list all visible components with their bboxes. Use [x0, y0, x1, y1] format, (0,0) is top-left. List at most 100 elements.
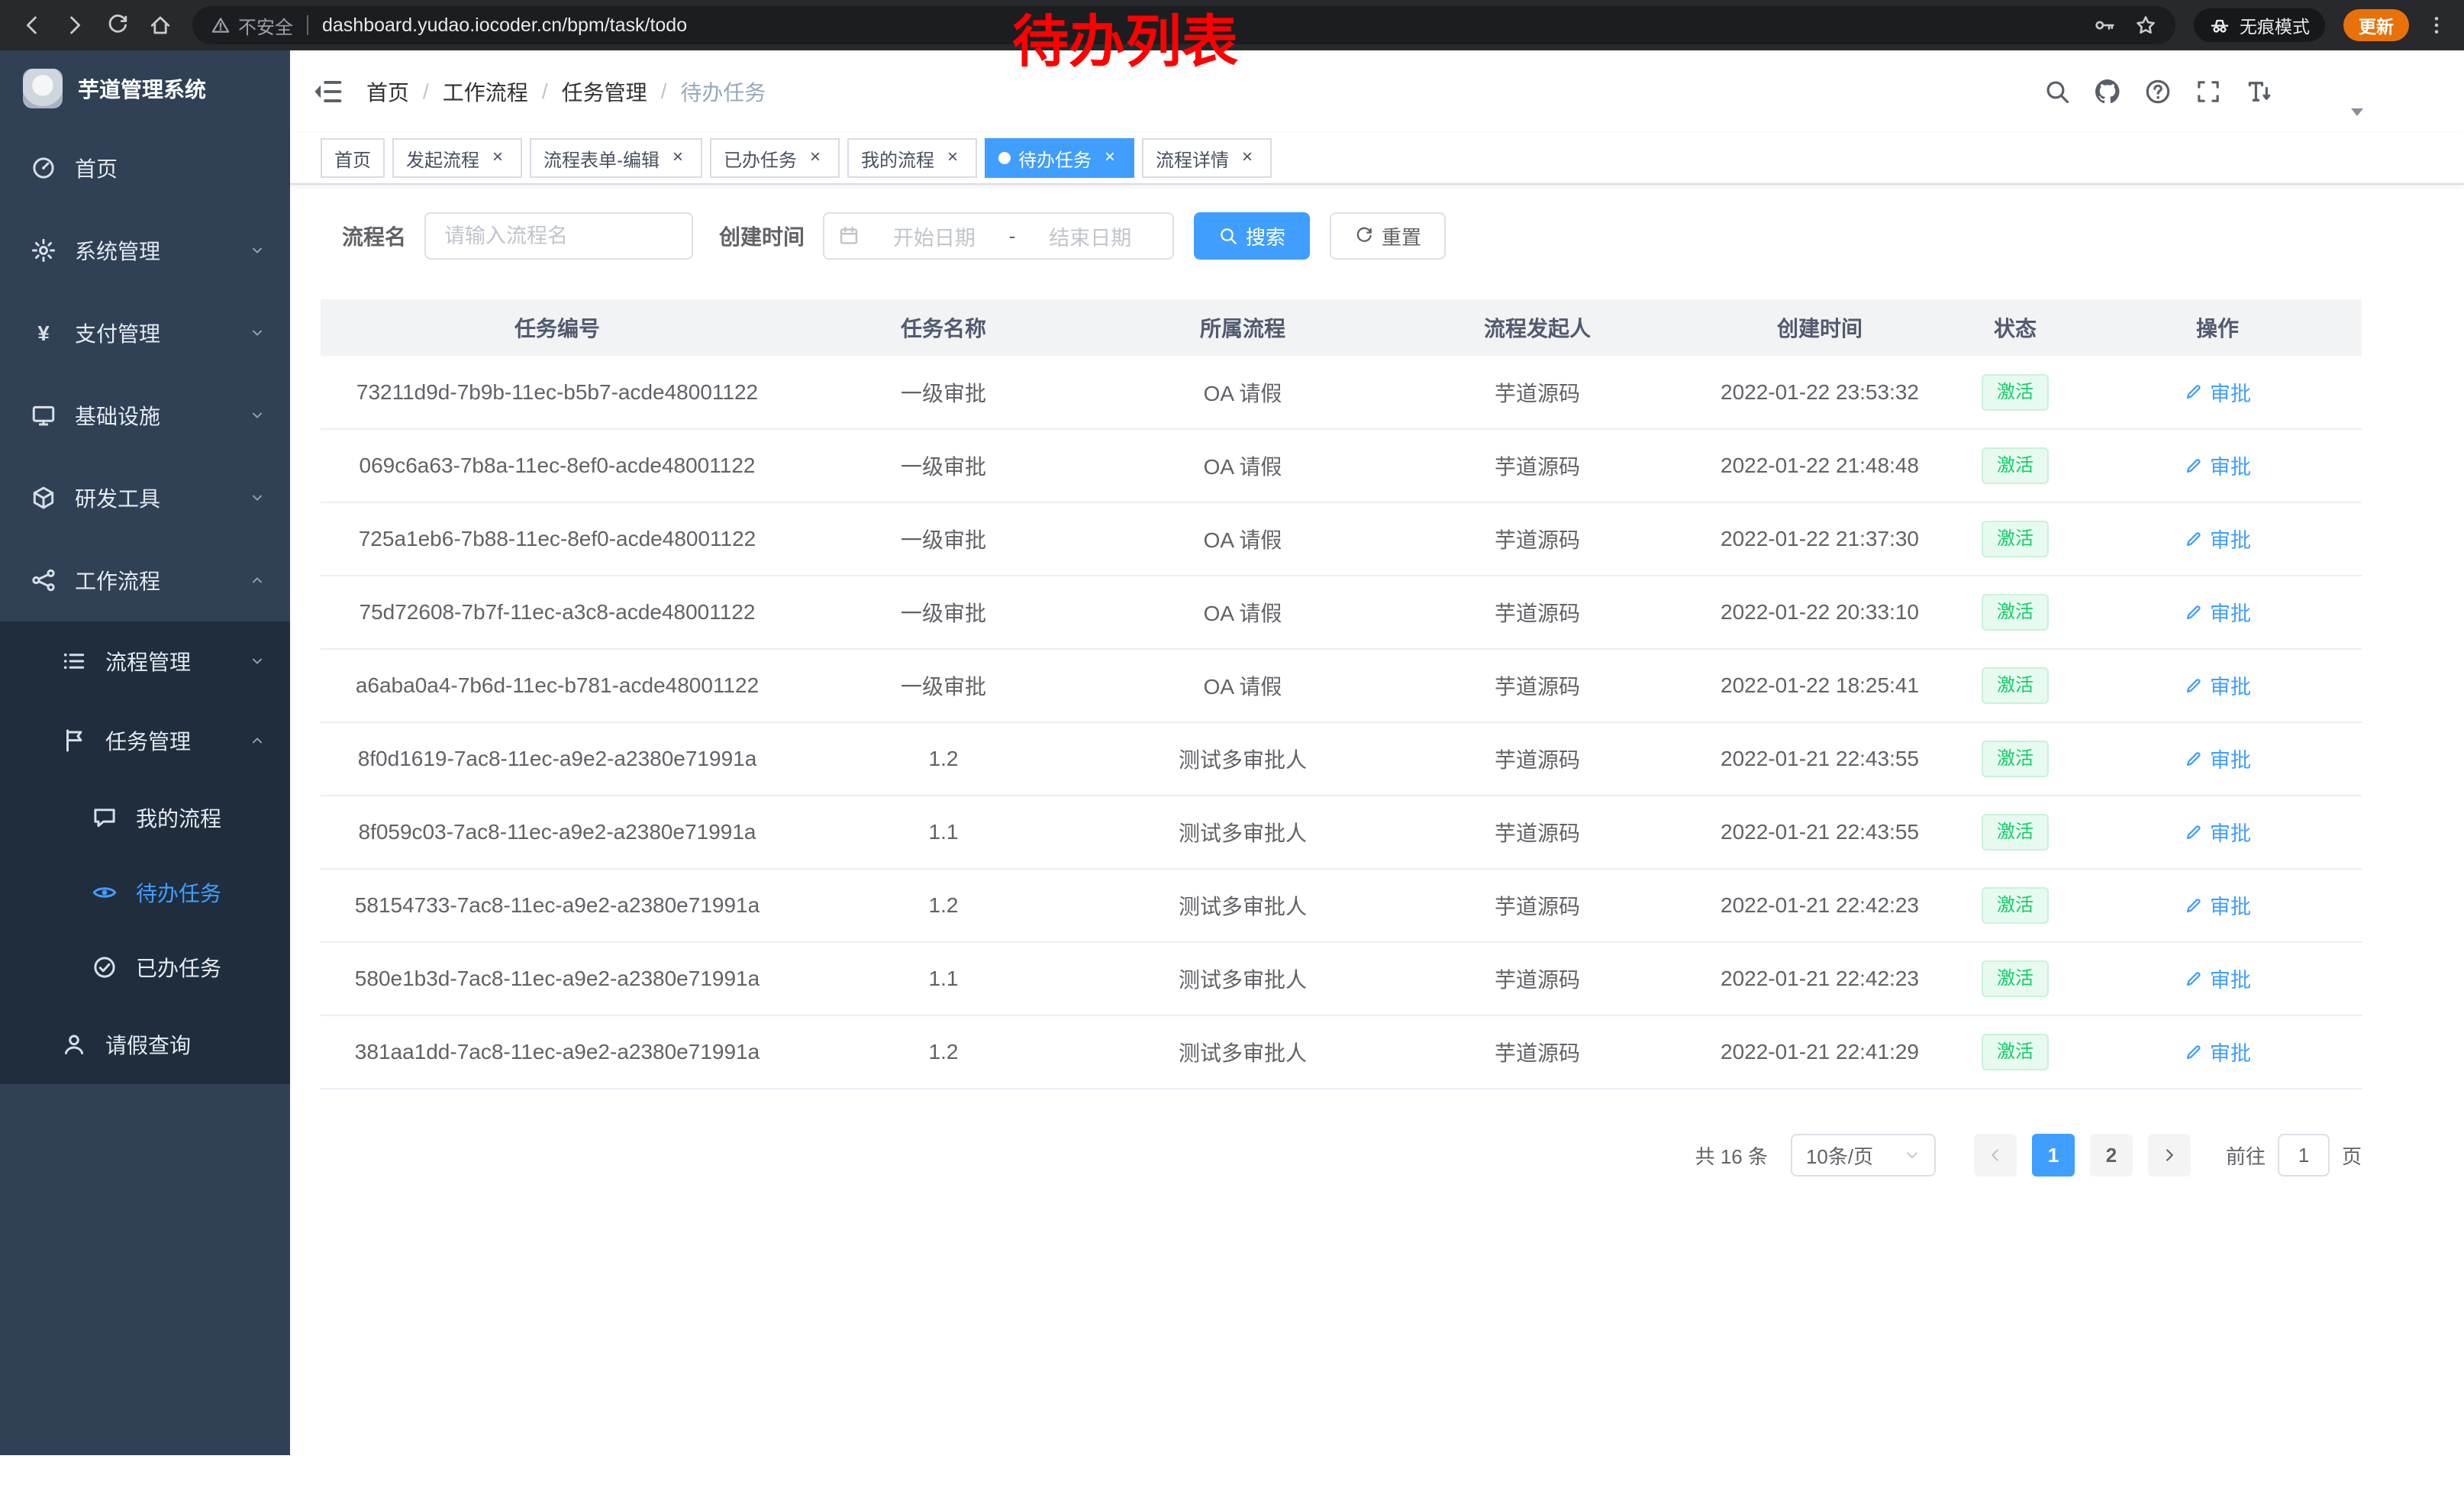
monitor-icon: [31, 402, 56, 428]
create-time-cell: 2022-01-21 22:41:29: [1682, 1015, 1957, 1089]
home-icon[interactable]: [140, 5, 180, 45]
approve-link[interactable]: 审批: [2184, 964, 2251, 993]
breadcrumb-current: 待办任务: [680, 76, 766, 107]
dashboard-icon: [31, 155, 56, 181]
sidebar-item-payment-management[interactable]: ¥支付管理: [0, 292, 290, 374]
approve-link[interactable]: 审批: [2184, 1037, 2251, 1067]
tab-process-form-edit[interactable]: 流程表单-编辑×: [530, 138, 702, 178]
sidebar-item-process-management[interactable]: 流程管理: [0, 621, 290, 701]
sidebar-item-leave-query[interactable]: 请假查询: [0, 1005, 290, 1084]
create-time-cell: 2022-01-21 22:43:55: [1682, 796, 1957, 869]
user-avatar[interactable]: [2299, 61, 2363, 122]
process-name-input[interactable]: [424, 212, 693, 260]
search-button-primary[interactable]: 搜索: [1194, 212, 1310, 260]
breadcrumb-workflow[interactable]: 工作流程: [443, 76, 528, 107]
task-id-cell: 069c6a63-7b8a-11ec-8ef0-acde48001122: [321, 429, 794, 502]
approve-link[interactable]: 审批: [2184, 597, 2251, 627]
tab-process-detail[interactable]: 流程详情×: [1142, 138, 1272, 178]
arrow-left-icon: [1986, 1146, 2004, 1164]
close-icon[interactable]: ×: [942, 147, 963, 169]
page-button-1[interactable]: 1: [2032, 1134, 2075, 1177]
tab-home[interactable]: 首页: [321, 138, 385, 178]
date-range-picker[interactable]: 开始日期 - 结束日期: [823, 212, 1174, 260]
close-icon[interactable]: ×: [487, 147, 508, 169]
approve-link[interactable]: 审批: [2184, 670, 2251, 700]
sidebar-item-workflow[interactable]: 工作流程: [0, 539, 290, 621]
help-button[interactable]: [2133, 66, 2183, 117]
breadcrumb-task-management[interactable]: 任务管理: [562, 76, 647, 107]
font-size-button[interactable]: [2233, 66, 2284, 117]
table-column-header: 任务名称: [794, 299, 1093, 356]
status-badge: 激活: [1982, 887, 2049, 924]
approve-link[interactable]: 审批: [2184, 744, 2251, 773]
approve-link[interactable]: 审批: [2184, 377, 2251, 407]
tab-initiate-process[interactable]: 发起流程×: [392, 138, 522, 178]
close-icon[interactable]: ×: [1237, 147, 1258, 169]
key-icon[interactable]: [2093, 14, 2116, 37]
sidebar-item-system-management[interactable]: 系统管理: [0, 209, 290, 292]
approve-link[interactable]: 审批: [2184, 890, 2251, 920]
sidebar-item-my-processes[interactable]: 我的流程: [0, 780, 290, 855]
back-icon[interactable]: [12, 5, 52, 45]
range-separator: -: [1009, 224, 1016, 248]
sidebar-item-label: 我的流程: [136, 802, 221, 833]
table-column-header: 所属流程: [1093, 299, 1392, 356]
tab-my-processes[interactable]: 我的流程×: [847, 138, 977, 178]
sidebar-item-home[interactable]: 首页: [0, 127, 290, 209]
next-page-button[interactable]: [2148, 1134, 2191, 1177]
edit-icon: [2184, 602, 2204, 622]
sidebar-item-label: 系统管理: [75, 235, 160, 266]
sidebar-logo[interactable]: 芋道管理系统: [0, 50, 290, 127]
update-button[interactable]: 更新: [2343, 9, 2409, 41]
process-cell: OA 请假: [1093, 576, 1392, 649]
close-icon[interactable]: ×: [805, 147, 826, 169]
close-icon[interactable]: ×: [667, 147, 689, 169]
sidebar-item-infrastructure[interactable]: 基础设施: [0, 374, 290, 457]
task-name-cell: 一级审批: [794, 576, 1093, 649]
status-badge: 激活: [1982, 374, 2049, 411]
reload-icon[interactable]: [98, 5, 137, 45]
task-id-cell: 75d72608-7b7f-11ec-a3c8-acde48001122: [321, 576, 794, 649]
task-name-cell: 一级审批: [794, 356, 1093, 429]
github-button[interactable]: [2082, 66, 2133, 117]
star-icon[interactable]: [2134, 14, 2157, 37]
breadcrumb-separator: /: [542, 79, 548, 104]
create-time-cell: 2022-01-21 22:42:23: [1682, 942, 1957, 1015]
sidebar-item-task-management[interactable]: 任务管理: [0, 701, 290, 780]
sidebar-item-dev-tools[interactable]: 研发工具: [0, 457, 290, 539]
tab-todo-tasks[interactable]: 待办任务 ×: [985, 138, 1134, 178]
action-cell: 审批: [2073, 869, 2362, 942]
page-size-select[interactable]: 10条/页: [1791, 1134, 1936, 1177]
forward-icon[interactable]: [55, 5, 95, 45]
prev-page-button[interactable]: [1974, 1134, 2017, 1177]
approve-link[interactable]: 审批: [2184, 524, 2251, 554]
tab-done-tasks[interactable]: 已办任务×: [710, 138, 840, 178]
search-button[interactable]: [2032, 66, 2082, 117]
breadcrumb-home[interactable]: 首页: [366, 76, 409, 107]
fullscreen-button[interactable]: [2183, 66, 2233, 117]
chevron-down-icon: [249, 653, 266, 670]
goto-page-input[interactable]: [2278, 1134, 2330, 1177]
reset-button[interactable]: 重置: [1330, 212, 1446, 260]
sidebar-item-label: 流程管理: [105, 646, 191, 676]
sidebar-item-done-tasks[interactable]: 已办任务: [0, 930, 290, 1005]
task-id-cell: 580e1b3d-7ac8-11ec-a9e2-a2380e71991a: [321, 942, 794, 1015]
sidebar-item-todo-tasks[interactable]: 待办任务: [0, 855, 290, 930]
process-cell: OA 请假: [1093, 356, 1392, 429]
close-icon[interactable]: ×: [1099, 147, 1121, 169]
chevron-up-icon: [249, 572, 266, 589]
svg-text:¥: ¥: [37, 321, 50, 345]
sidebar-item-label: 工作流程: [75, 565, 160, 596]
approve-link[interactable]: 审批: [2184, 450, 2251, 480]
hamburger-icon[interactable]: [311, 75, 345, 108]
tab-label: 待办任务: [1018, 145, 1092, 172]
security-status[interactable]: 不安全: [211, 12, 293, 39]
security-label: 不安全: [238, 12, 293, 39]
create-time-cell: 2022-01-22 20:33:10: [1682, 576, 1957, 649]
task-name-cell: 1.1: [794, 942, 1093, 1015]
browser-menu-icon[interactable]: [2421, 10, 2452, 40]
table-row: 381aa1dd-7ac8-11ec-a9e2-a2380e71991a1.2测…: [321, 1015, 2362, 1089]
page-button-2[interactable]: 2: [2090, 1134, 2133, 1177]
approve-link[interactable]: 审批: [2184, 817, 2251, 847]
table-column-header: 创建时间: [1682, 299, 1957, 356]
